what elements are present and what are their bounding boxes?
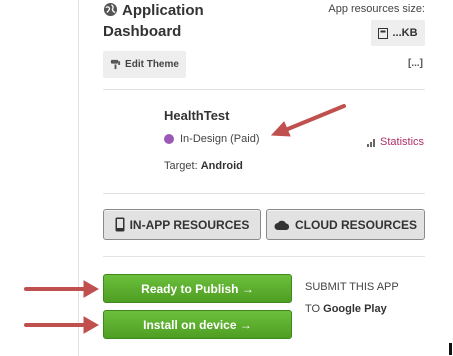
globe-icon [103, 2, 118, 17]
status-badge: In-Design (Paid) [164, 133, 259, 145]
resources-size-label: App resources size: [328, 3, 425, 15]
resources-size-badge: ...KB [371, 20, 425, 46]
status-dot-icon [164, 134, 174, 144]
status-text: In-Design (Paid) [180, 133, 260, 145]
install-on-device-button[interactable]: Install on device → [103, 310, 292, 339]
bar-chart-icon [367, 138, 375, 147]
cloud-resources-label: CLOUD RESOURCES [294, 217, 417, 232]
ready-to-publish-button[interactable]: Ready to Publish → [103, 274, 292, 303]
submit-app-text: SUBMIT THIS APP [305, 281, 399, 293]
edit-theme-label: Edit Theme [125, 59, 179, 70]
edit-theme-button[interactable]: Edit Theme [103, 51, 186, 78]
store-target-text: TO Google Play [305, 303, 387, 315]
target-value: Android [200, 160, 243, 172]
target-label: Target: [164, 160, 198, 172]
page-title: Application Dashboard [103, 0, 253, 42]
store-name: Google Play [323, 303, 387, 315]
in-app-resources-button[interactable]: IN-APP RESOURCES [103, 209, 261, 240]
file-icon [378, 27, 389, 39]
store-to-label: TO [305, 303, 321, 315]
paint-icon [110, 59, 121, 70]
window-edge-mark [449, 343, 452, 355]
resources-size-value: ...KB [392, 27, 418, 39]
in-app-resources-label: IN-APP RESOURCES [129, 217, 250, 232]
target-platform: Target: Android [164, 160, 243, 172]
phone-icon [115, 217, 125, 232]
app-name: HealthTest [164, 108, 230, 123]
statistics-label: Statistics [380, 136, 425, 148]
cloud-icon [274, 220, 290, 230]
cloud-resources-button[interactable]: CLOUD RESOURCES [266, 209, 425, 240]
divider [103, 256, 425, 257]
page-title-text: Application Dashboard [103, 2, 204, 40]
more-options-link[interactable]: [...] [408, 58, 423, 69]
divider [103, 193, 425, 194]
statistics-link[interactable]: Statistics [367, 136, 424, 148]
divider [103, 89, 425, 90]
